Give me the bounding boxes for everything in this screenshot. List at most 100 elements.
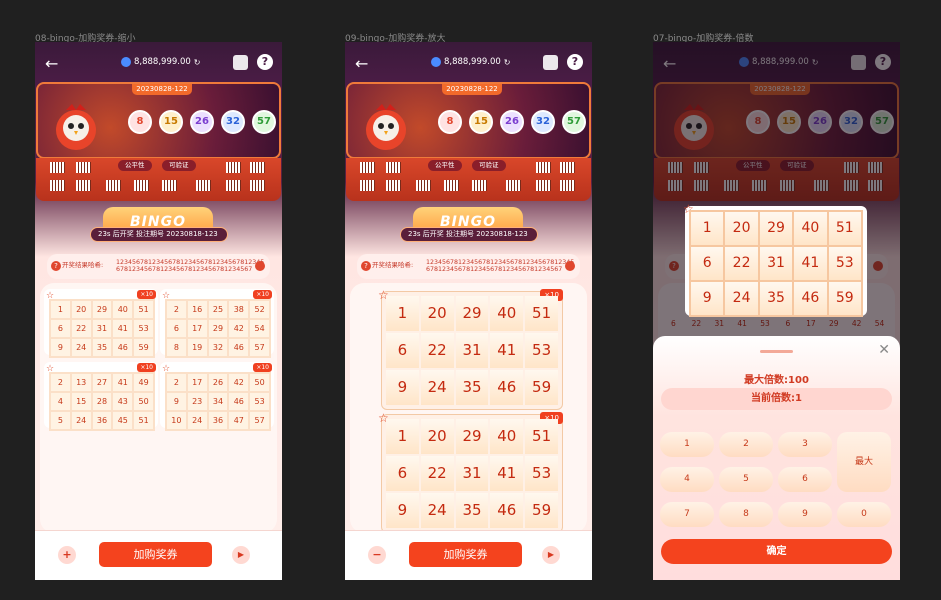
card-number: 51 [134,412,153,429]
pattern-icon [386,180,401,191]
refresh-icon[interactable]: ↻ [504,58,511,67]
card-number: 50 [250,374,269,391]
pattern-icon [250,180,265,191]
countdown: 23s 后开奖 投注期号 20230818-123 [400,227,538,242]
pattern-icon [196,180,211,191]
card-number: 49 [134,374,153,391]
card-number: 43 [113,393,133,410]
multiplier-badge[interactable]: ×10 [137,363,156,372]
ticket-icon[interactable] [233,55,248,70]
copy-icon[interactable] [565,261,575,271]
card-number: 57 [250,339,269,356]
win-patterns: 公平性 可验证 [36,158,281,201]
card-number: 13 [71,374,91,391]
card-number: 20 [725,212,758,245]
ball: 32 [531,110,555,134]
card-number: 41 [794,247,827,280]
multiplier-badge[interactable]: ×10 [253,290,272,299]
bingo-card[interactable]: ☆ ×10 2 13 27 41 49 4 15 28 43 50 5 24 36 45 51 [44,362,158,431]
card-number: 51 [525,296,558,331]
card-number: 42 [229,374,249,391]
bingo-card[interactable]: ☆ ×10 1 20 29 40 51 6 22 31 41 53 9 24 35 46 59 [378,411,563,533]
card-number: 17 [187,320,207,337]
confirm-button[interactable]: 确定 [661,539,892,564]
play-icon[interactable]: ▶ [542,546,560,564]
key-5[interactable]: 5 [719,467,773,492]
card-number: 9 [167,393,186,410]
bottom-bar: − 加购奖券 ▶ [345,530,592,580]
card-number: 46 [490,493,524,528]
fairness-button[interactable]: 公平性 [118,160,152,171]
pattern-icon [360,180,375,191]
card-number: 36 [92,412,112,429]
chicken-mascot-icon [56,104,96,150]
zoom-in-icon[interactable]: + [58,546,76,564]
close-icon[interactable]: ✕ [878,342,890,358]
card-number: 1 [51,301,70,318]
pattern-icon [250,162,265,173]
play-icon[interactable]: ▶ [232,546,250,564]
balance-amount: 8,888,999.00 [134,57,191,67]
key-max[interactable]: 最大 [837,432,891,492]
card-grid: 1 20 29 40 51 6 22 31 41 53 9 24 35 46 59 [386,419,558,528]
key-8[interactable]: 8 [719,502,773,527]
card-number: 22 [420,333,454,368]
verify-button[interactable]: 可验证 [472,160,506,171]
pattern-icon [106,180,121,191]
card-number: 9 [691,282,724,315]
key-6[interactable]: 6 [778,467,832,492]
back-arrow-icon[interactable]: ← [355,54,368,73]
help-icon[interactable]: ? [257,54,273,70]
card-number: 6 [691,247,724,280]
card-number: 41 [490,456,524,491]
balance: 8,888,999.00↻ [121,57,200,67]
card-number: 28 [92,393,112,410]
zoom-out-icon[interactable]: − [368,546,386,564]
verify-button[interactable]: 可验证 [162,160,196,171]
key-3[interactable]: 3 [778,432,832,457]
card-grid: 2 16 25 38 52 6 17 29 42 54 8 19 32 46 57 [165,299,271,358]
draw-banner: 20230828-122 8 15 26 32 57 [36,82,281,159]
key-4[interactable]: 4 [660,467,714,492]
card-grid: 2 13 27 41 49 4 15 28 43 50 5 24 36 45 51 [49,372,155,431]
card-number: 9 [51,339,70,356]
key-9[interactable]: 9 [778,502,832,527]
draw-banner: 20230828-122 8 15 26 32 57 [346,82,591,159]
key-2[interactable]: 2 [719,432,773,457]
balance: 8,888,999.00↻ [431,57,510,67]
ball: 57 [252,110,276,134]
card-number: 57 [250,412,269,429]
key-0[interactable]: 0 [837,502,891,527]
drag-handle[interactable] [760,350,793,353]
bingo-card[interactable]: ☆ ×10 1 20 29 40 51 6 22 31 41 53 9 24 35 46 59 [44,289,158,358]
fairness-button[interactable]: 公平性 [428,160,462,171]
current-multiplier[interactable]: 当前倍数:1 [661,388,892,410]
copy-icon[interactable] [255,261,265,271]
multiplier-badge[interactable]: ×10 [253,363,272,372]
card-number: 59 [525,493,558,528]
buy-ticket-button[interactable]: 加购奖券 [99,542,212,567]
pattern-icon [50,162,65,173]
card-number: 5 [51,412,70,429]
card-number: 25 [208,301,228,318]
card-number: 27 [92,374,112,391]
multiplier-badge[interactable]: ×10 [137,290,156,299]
hash-value: 1234567812345678123456781234567812345678… [426,259,575,273]
card-number: 40 [490,296,524,331]
card-number: 41 [113,374,133,391]
refresh-icon[interactable]: ↻ [194,58,201,67]
ticket-icon[interactable] [543,55,558,70]
pattern-icon [416,180,431,191]
pattern-icon [134,180,149,191]
card-number: 31 [759,247,793,280]
bingo-card[interactable]: ☆ ×10 1 20 29 40 51 6 22 31 41 53 9 24 35 46 59 [378,288,563,410]
card-number: 20 [71,301,91,318]
bingo-card[interactable]: ☆ ×10 2 17 26 42 50 9 23 34 46 53 10 24 36 47 57 [160,362,274,431]
buy-ticket-button[interactable]: 加购奖券 [409,542,522,567]
key-1[interactable]: 1 [660,432,714,457]
bingo-card[interactable]: ☆ ×10 2 16 25 38 52 6 17 29 42 54 8 19 32 46 57 [160,289,274,358]
key-7[interactable]: 7 [660,502,714,527]
help-icon[interactable]: ? [567,54,583,70]
back-arrow-icon[interactable]: ← [45,54,58,73]
card-number: 29 [208,320,228,337]
